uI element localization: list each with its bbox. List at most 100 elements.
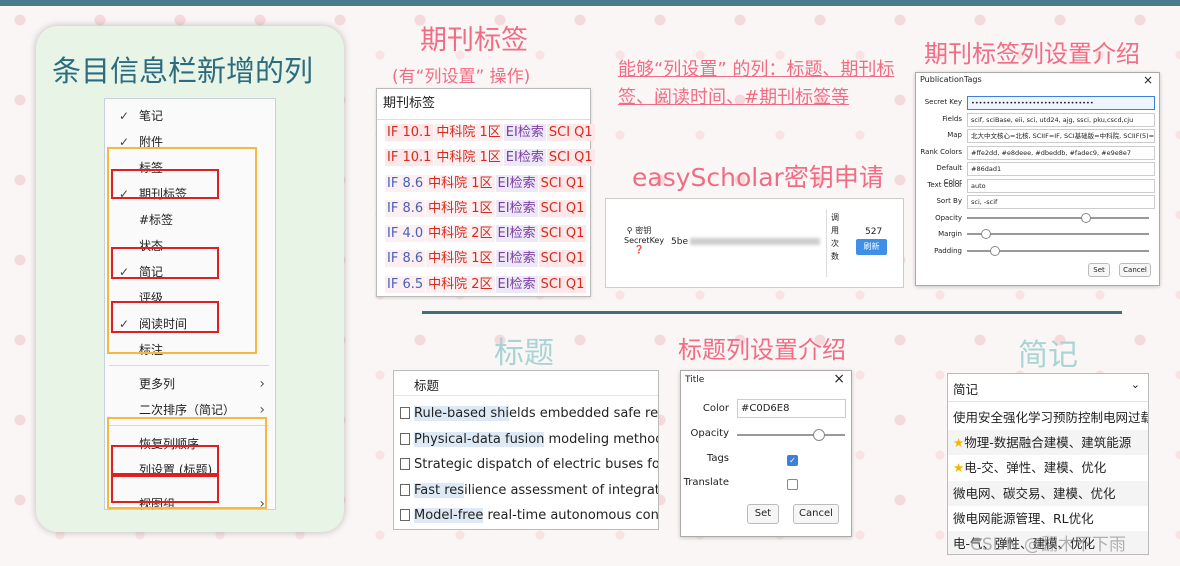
top-accent-bar: [0, 0, 1180, 6]
slider-track[interactable]: [967, 216, 1149, 219]
easyscholar-title: easyScholar密钥申请: [632, 163, 884, 192]
highlight-box: [111, 169, 219, 199]
tag-ei: EI检索: [495, 225, 538, 243]
field-label-text: Text Color: [927, 180, 962, 189]
field-input[interactable]: scif, sciBase, eii, sci, utd24, ajg, ssc…: [967, 112, 1155, 127]
journal-tag-row: IF 4.0 中科院 2区 EI检索 SCI Q1: [377, 221, 590, 246]
note-row[interactable]: 微电网、碳交易、建模、优化: [948, 480, 1148, 506]
document-icon: [400, 509, 410, 521]
refresh-button[interactable]: 刷新: [856, 239, 887, 255]
slider-label-text: Margin: [938, 230, 962, 238]
title-row[interactable]: Physical-data fusion modeling method fo: [394, 427, 658, 452]
watermark: CSDN @翻木不下雨: [970, 535, 1126, 555]
tag-sci: SCI Q1: [538, 275, 587, 293]
tag-ei: EI检索: [495, 199, 538, 217]
note-row[interactable]: 微电网能源管理、RL优化: [948, 506, 1148, 531]
slider-label: Opacity: [916, 211, 962, 225]
title-rest: real-time autonomous contro: [483, 508, 658, 523]
set-button[interactable]: Set: [1088, 263, 1110, 277]
cancel-button[interactable]: Cancel: [793, 504, 839, 524]
opacity-slider[interactable]: [737, 434, 845, 436]
tag-cas: 中科院 1区: [426, 174, 495, 192]
tags-checkbox[interactable]: ✓: [787, 455, 798, 466]
title-rest: elds embedded safe reinfo: [509, 406, 658, 421]
secret-key-panel: ⚲ 密钥 SecretKey ❓ 5be 调用次数 527 刷新: [605, 198, 904, 288]
field-label-text: Map: [947, 131, 962, 139]
highlight-box: [111, 473, 219, 503]
chevron-down-icon[interactable]: ⌄: [1131, 378, 1140, 391]
field-input[interactable]: auto: [967, 178, 1155, 193]
title-section-title: 标题: [494, 336, 554, 371]
journal-tag-row: IF 8.6 中科院 1区 EI检索 SCI Q1: [377, 246, 590, 271]
title-row[interactable]: Model-free real-time autonomous contro: [394, 503, 658, 528]
opacity-slider-handle[interactable]: [813, 429, 825, 441]
tag-ei: EI检索: [495, 174, 538, 192]
tag-cas: 中科院 1区: [434, 124, 503, 141]
tag-sci: SCI Q1: [538, 174, 587, 192]
chevron-right-icon: ›: [259, 376, 265, 392]
journal-tags-title: 期刊标签: [420, 25, 528, 56]
slider-handle[interactable]: [981, 229, 992, 239]
field-input[interactable]: 北大中文核心=北核, SCIIF=IF, SCI基础版=中科院, SCIIF(5…: [967, 129, 1155, 143]
field-label: Rank Colors: [916, 145, 962, 159]
menu-item[interactable]: ✓ 笔记: [105, 105, 275, 127]
close-icon[interactable]: ×: [1143, 73, 1153, 87]
field-input[interactable]: #86dad1: [967, 162, 1155, 176]
document-icon: [400, 432, 410, 445]
tag-cas: 中科院 2区: [426, 275, 495, 293]
title-rest: Strategic dispatch of electric buses for…: [414, 457, 658, 472]
cancel-button[interactable]: Cancel: [1119, 263, 1151, 277]
title-row[interactable]: Strategic dispatch of electric buses for…: [394, 452, 658, 477]
note-row[interactable]: ★物理-数据融合建模、建筑能源: [948, 430, 1148, 456]
journal-tags-column: 期刊标签 IF 10.1 中科院 1区 EI检索 SCI Q1 IF 10.1 中科院 1…: [376, 88, 595, 297]
note-row[interactable]: ★电-交、弹性、建模、优化: [948, 455, 1148, 480]
slider-track[interactable]: [967, 233, 1149, 235]
tag-if: IF 8.6: [385, 250, 426, 268]
menu-item[interactable]: 更多列 ›: [105, 373, 275, 395]
color-input[interactable]: #C0D6E8: [737, 399, 846, 418]
document-icon: [400, 483, 410, 496]
slider-handle[interactable]: [990, 245, 1001, 256]
tag-if: IF 8.6: [385, 174, 426, 192]
menu-item-label: 更多列: [139, 377, 176, 391]
tag-if: IF 10.1: [385, 149, 434, 167]
notes-header[interactable]: 简记: [953, 379, 978, 398]
tag-sci: SCI Q1: [546, 124, 595, 141]
journal-tag-row: IF 10.1 中科院 1区 EI检索 SCI Q1: [377, 120, 595, 145]
journal-tag-row: IF 8.6 中科院 1区 EI检索 SCI Q1: [377, 196, 590, 221]
field-label-text: Sort By: [936, 197, 962, 205]
slider-label-text: Opacity: [935, 213, 962, 222]
field-input[interactable]: #ffe2dd, #e8deee, #dbeddb, #fadec9, #e9e…: [967, 145, 1155, 160]
title-row[interactable]: Rule-based shields embedded safe reinfo: [394, 401, 658, 426]
slider-label: Margin: [916, 227, 962, 241]
title-highlight: Physical-data fusion: [414, 431, 545, 447]
note-text: 使用安全强化学习预防控制电网过载: [953, 410, 1149, 425]
opacity-label: Opacity: [690, 428, 729, 439]
title-settings-title: 标题列设置介绍: [678, 336, 846, 364]
title-header[interactable]: 标题: [414, 375, 439, 394]
title-column: 标题 Rule-based shields embedded safe rein…: [393, 370, 659, 530]
tags-label: Tags: [706, 453, 729, 464]
title-rest: modeling method fo: [548, 431, 658, 447]
title-text: Model-free real-time autonomous contro: [414, 503, 658, 528]
help-icon: ❓: [634, 245, 644, 254]
lock-icon: ⚲: [626, 226, 633, 235]
set-button[interactable]: Set: [747, 504, 779, 524]
document-icon: [400, 407, 410, 419]
color-label: Color: [702, 403, 729, 414]
slider-handle[interactable]: [1081, 212, 1092, 223]
slider-label: Padding: [916, 244, 962, 258]
note-row[interactable]: 使用安全强化学习预防控制电网过载: [948, 405, 1149, 430]
close-icon[interactable]: ×: [833, 371, 845, 387]
title-highlight: Model-free: [414, 508, 484, 523]
highlight-box: [111, 301, 219, 333]
card-title: 条目信息栏新增的列: [52, 54, 314, 88]
translate-checkbox[interactable]: [787, 479, 798, 490]
field-input[interactable]: sci, -scif: [967, 195, 1155, 209]
title-row[interactable]: Fast resilience assessment of integrated…: [394, 478, 658, 503]
field-label: Map: [916, 128, 962, 142]
field-input[interactable]: ••••••••••••••••••••••••••••••••: [967, 96, 1155, 110]
tag-if: IF 10.1: [385, 124, 434, 141]
check-icon: ✓: [119, 109, 130, 123]
journal-tags-header[interactable]: 期刊标签: [377, 89, 590, 120]
